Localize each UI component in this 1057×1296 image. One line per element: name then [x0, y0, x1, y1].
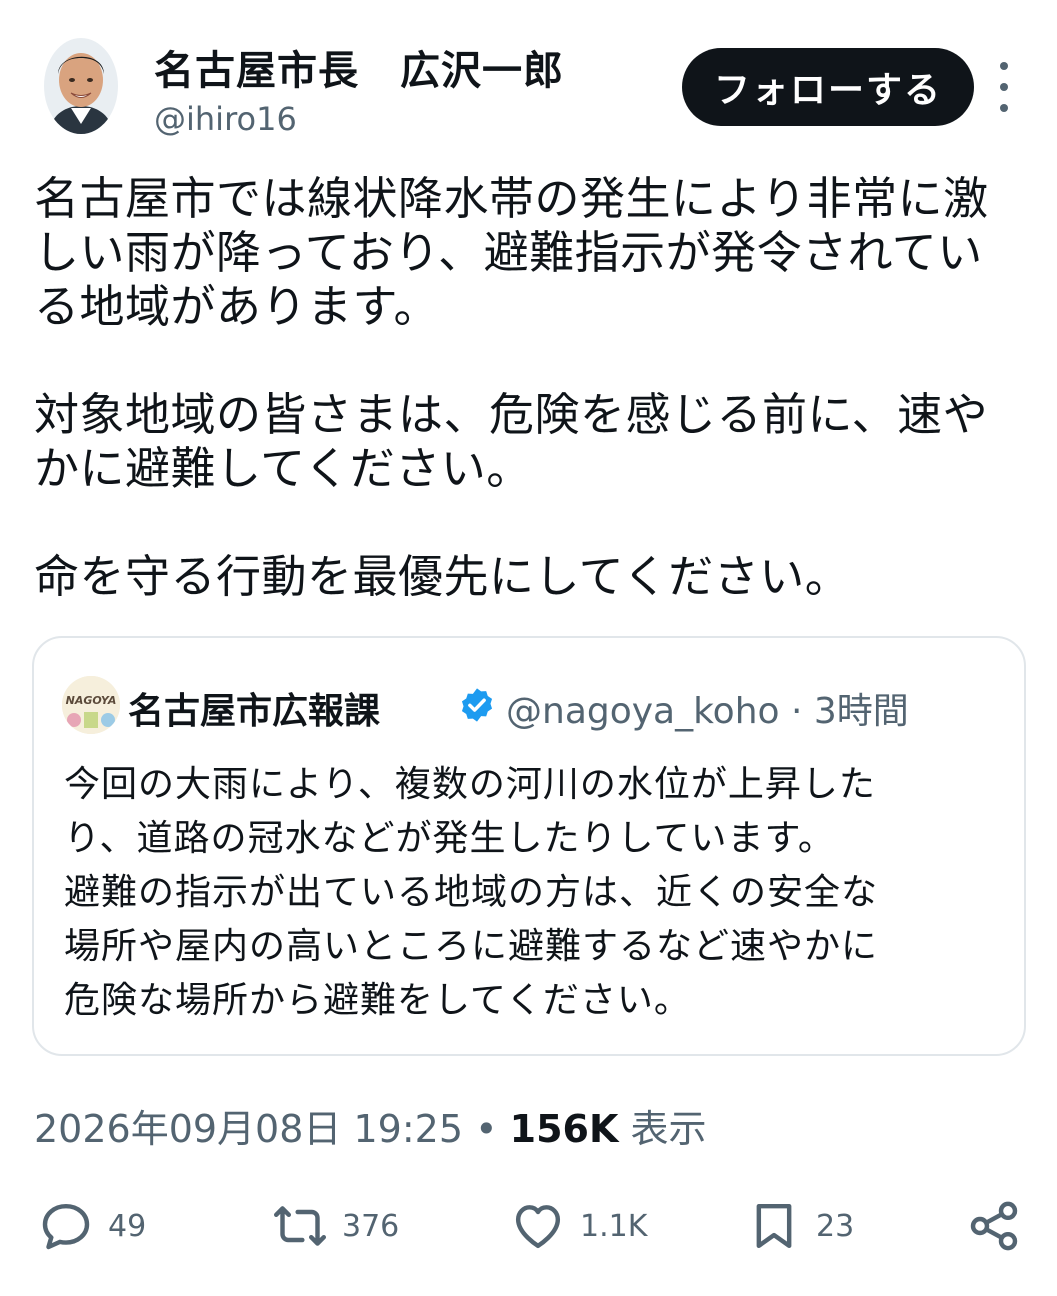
- views-count: 156K: [509, 1107, 619, 1151]
- separator-dot: •: [475, 1107, 498, 1151]
- like-button[interactable]: 1.1K: [510, 1190, 647, 1262]
- tweet-paragraph: 命を守る行動を最優先にしてください。: [34, 550, 851, 603]
- tweet-datetime[interactable]: 2026年09月08日 19:25: [34, 1107, 463, 1151]
- quote-author-name[interactable]: 名古屋市広報課: [128, 682, 380, 734]
- tweet-paragraph: 対象地域の皆さまは、危険を感じる前に、速や かに避難してください。: [34, 388, 989, 495]
- repost-icon: [273, 1206, 327, 1246]
- views-label: 表示: [630, 1107, 707, 1151]
- repost-button[interactable]: 376: [272, 1190, 399, 1262]
- quote-avatar-logo-text: NAGOYA: [66, 694, 117, 707]
- reply-count: 49: [108, 1208, 147, 1244]
- tweet-header: 名古屋市長 広沢一郎 @ihiro16 フォローする: [0, 0, 1057, 160]
- tweet-action-bar: 49 376 1.1K 23: [0, 1190, 1057, 1270]
- heart-icon: [515, 1205, 561, 1249]
- bookmark-icon: [756, 1203, 792, 1249]
- author-avatar[interactable]: [44, 38, 118, 134]
- bookmark-button[interactable]: 23: [746, 1190, 854, 1262]
- more-options-icon[interactable]: [990, 62, 1018, 112]
- quoted-tweet-card[interactable]: NAGOYA 名古屋市広報課 @nagoya_koho · 3時間 今回の大雨に…: [32, 636, 1026, 1056]
- reply-button[interactable]: 49: [38, 1190, 146, 1262]
- author-display-name[interactable]: 名古屋市長 広沢一郎: [154, 38, 564, 96]
- quote-author-avatar[interactable]: NAGOYA: [62, 676, 120, 734]
- quote-handle-and-time: @nagoya_koho · 3時間: [506, 691, 909, 732]
- repost-count: 376: [342, 1208, 400, 1244]
- tweet-text: 名古屋市では線状降水帯の発生により非常に激 しい雨が降っており、避難指示が発令さ…: [34, 172, 1024, 604]
- verified-badge-icon: [461, 688, 493, 722]
- quote-text: 今回の大雨により、複数の河川の水位が上昇した り、道路の冠水などが発生したりして…: [64, 764, 879, 1021]
- bookmark-count: 23: [816, 1208, 855, 1244]
- share-icon: [970, 1201, 1018, 1251]
- tweet-timestamp-row: 2026年09月08日 19:25 • 156K 表示: [34, 1098, 707, 1153]
- like-count: 1.1K: [580, 1208, 648, 1244]
- author-handle[interactable]: @ihiro16: [154, 100, 297, 138]
- share-button[interactable]: [966, 1190, 1022, 1262]
- tweet-paragraph: 名古屋市では線状降水帯の発生により非常に激 しい雨が降っており、避難指示が発令さ…: [34, 172, 989, 333]
- follow-button[interactable]: フォローする: [682, 48, 974, 126]
- reply-icon: [42, 1203, 90, 1250]
